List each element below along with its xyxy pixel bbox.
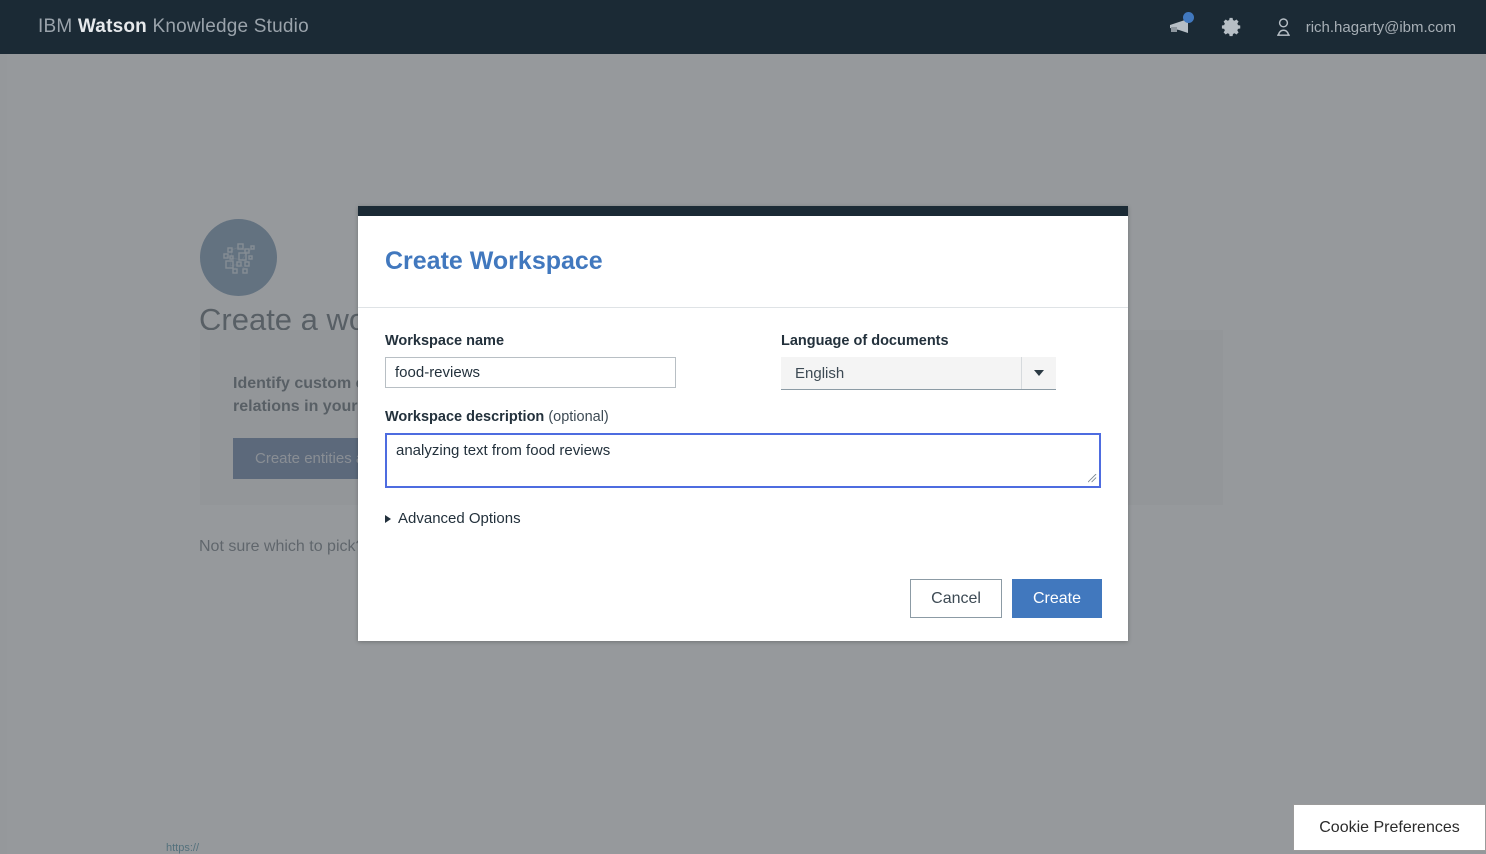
chevron-down-icon[interactable] xyxy=(1021,357,1056,389)
workspace-name-input[interactable] xyxy=(385,357,676,388)
triangle-right-icon xyxy=(385,514,391,523)
description-label-optional: (optional) xyxy=(548,409,609,425)
advanced-options-label: Advanced Options xyxy=(398,510,521,527)
dialog-field-row: Workspace name Language of documents Eng… xyxy=(385,333,1101,390)
brand-title: IBM Watson Knowledge Studio xyxy=(38,16,309,38)
dialog-title: Create Workspace xyxy=(385,247,603,275)
dialog-header: Create Workspace xyxy=(358,216,1128,308)
workspace-description-label: Workspace description (optional) xyxy=(385,409,1101,425)
dialog-body: Workspace name Language of documents Eng… xyxy=(358,308,1128,528)
workspace-description-field: Workspace description (optional) xyxy=(385,409,1101,488)
create-button[interactable]: Create xyxy=(1011,579,1102,618)
notification-badge xyxy=(1182,12,1194,23)
brand-bold: Watson xyxy=(77,16,147,37)
workspace-name-label: Workspace name xyxy=(385,333,505,349)
brand-prefix: IBM xyxy=(38,16,73,37)
top-navigation-bar: IBM Watson Knowledge Studio rich.hagarty… xyxy=(0,0,1486,54)
language-label: Language of documents xyxy=(781,333,949,349)
advanced-options-toggle[interactable]: Advanced Options xyxy=(385,510,521,527)
megaphone-icon[interactable] xyxy=(1167,12,1194,40)
user-account[interactable]: rich.hagarty@ibm.com xyxy=(1271,14,1456,40)
create-workspace-dialog: Create Workspace Workspace name Language… xyxy=(358,206,1128,641)
cancel-button[interactable]: Cancel xyxy=(910,579,1002,618)
cookie-preferences-button[interactable]: Cookie Preferences xyxy=(1293,804,1486,851)
gear-icon[interactable] xyxy=(1219,14,1245,40)
dialog-accent-bar xyxy=(358,206,1128,216)
brand-suffix: Knowledge Studio xyxy=(152,16,309,37)
dialog-footer: Cancel Create xyxy=(910,579,1102,618)
caret-glyph xyxy=(1034,370,1044,376)
user-email: rich.hagarty@ibm.com xyxy=(1305,18,1456,36)
topbar-actions: rich.hagarty@ibm.com xyxy=(1167,12,1456,40)
user-avatar-icon xyxy=(1271,14,1297,40)
description-label-text: Workspace description xyxy=(385,409,545,425)
workspace-description-textarea[interactable] xyxy=(385,433,1101,488)
app-root: Create a workspace Identify custom entit… xyxy=(0,0,1486,854)
language-select[interactable]: English xyxy=(781,357,1056,390)
language-field: Language of documents English xyxy=(781,333,1056,390)
language-selected-value: English xyxy=(795,364,845,382)
workspace-name-field: Workspace name xyxy=(385,333,676,390)
